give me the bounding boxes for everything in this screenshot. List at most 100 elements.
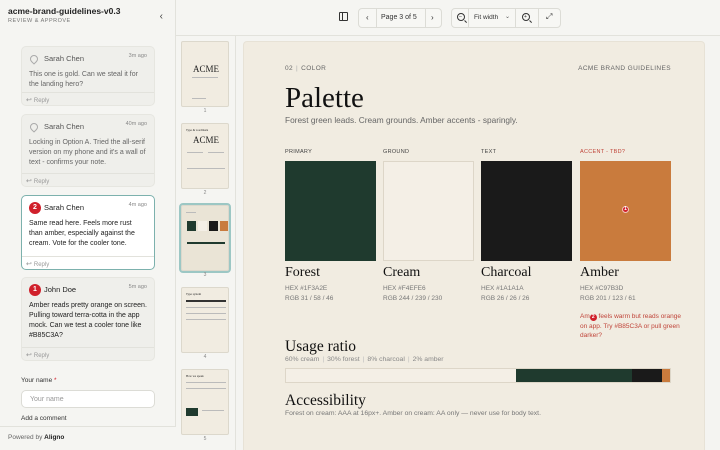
collapse-sidebar-icon[interactable]: ‹ <box>160 12 163 22</box>
reply-label: Reply <box>33 262 50 268</box>
zoom-out-icon[interactable]: – <box>457 13 465 21</box>
comment-author: Sarah Chen <box>44 54 85 63</box>
swatch-color: 1 <box>580 161 671 261</box>
section-number: 02 <box>285 65 294 72</box>
chevron-down-icon[interactable]: ⌄ <box>505 13 510 20</box>
swatch-role: GROUND <box>383 149 410 155</box>
usage-segment-cream <box>286 369 517 382</box>
thumbnail-swatch <box>209 221 218 231</box>
annotation-text: Am <box>580 313 590 320</box>
page-lede: Forest green leads. Cream grounds. Amber… <box>285 115 518 125</box>
thumbnail-rule <box>186 319 226 320</box>
comment-text: Amber reads pretty orange on screen. Pul… <box>29 302 147 339</box>
section-label: 02 | COLOR <box>285 65 327 72</box>
zoom-controls: – Fit width ⌄ + ⤢ <box>451 8 561 28</box>
powered-by-footer: Powered by Aligno <box>0 426 176 450</box>
thumbnail-title: ACME <box>193 135 220 145</box>
usage-part-label: 8% charcoal <box>367 356 405 363</box>
reply-label: Reply <box>33 353 50 359</box>
thumbnail-swatch <box>186 408 198 416</box>
usage-segment-amber <box>662 369 670 382</box>
document-subtitle: REVIEW & APPROVE <box>8 18 71 24</box>
comment-text: Locking in Option A. Tried the all-serif… <box>29 139 146 166</box>
name-label: Your name * <box>21 377 57 384</box>
thumbnail-rule <box>186 313 226 314</box>
reply-button[interactable]: ↩ Reply <box>22 256 154 269</box>
thumbnail-bar <box>187 242 225 244</box>
thumbnail-page-5[interactable]: How we speak <box>181 369 229 435</box>
swatch-forest: PRIMARY Forest HEX #1F3A2E RGB 31 / 58 /… <box>285 149 376 304</box>
thumbnail-subtitle: Type system <box>186 292 202 296</box>
reply-icon: ↩ <box>26 352 32 359</box>
thumbnail-page-3[interactable] <box>179 203 231 273</box>
comment-card-active[interactable]: 2 Sarah Chen 4m ago Same read here. Feel… <box>21 195 155 270</box>
thumbnail-page-1[interactable]: ACME <box>181 41 229 107</box>
thumbnail-subtitle: Type & wordmark <box>186 128 209 132</box>
previous-page-icon[interactable]: ‹ <box>366 13 369 22</box>
viewer-toolbar: ‹ Page 3 of 5 › – Fit width ⌄ + ⤢ <box>176 0 720 36</box>
thumbnail-swatch <box>187 221 196 231</box>
swatch-rgb: RGB 201 / 123 / 61 <box>580 295 636 302</box>
swatch-rgb: RGB 31 / 58 / 46 <box>285 295 334 302</box>
thumbnail-rule <box>186 382 226 383</box>
swatch-name: Amber <box>580 265 619 280</box>
reply-button[interactable]: ↩ Reply <box>22 347 154 360</box>
reply-button[interactable]: ↩ Reply <box>22 173 154 186</box>
comment-card[interactable]: Sarah Chen 3m ago This one is gold. Can … <box>21 46 155 106</box>
comment-number-badge[interactable]: 2 <box>589 314 597 321</box>
reply-label: Reply <box>33 98 50 104</box>
annotation-note: Am 2 feels warm but reads orange on app. … <box>580 312 684 341</box>
thumbnail-page-4[interactable]: Type system <box>181 287 229 353</box>
comment-author: Sarah Chen <box>44 122 85 131</box>
swatch-name: Cream <box>383 265 421 280</box>
comment-card[interactable]: 1 John Doe 5m ago Amber reads pretty ora… <box>21 277 155 361</box>
page-thumbnails: ACME 1 Type & wordmark ACME 2 3 Type sys… <box>176 36 236 450</box>
toggle-thumbnails-icon[interactable] <box>339 12 348 21</box>
swatch-role: TEXT <box>481 149 497 155</box>
name-input[interactable] <box>21 390 155 408</box>
swatch-role: ACCENT - TBD? <box>580 149 626 155</box>
swatch-color <box>285 161 376 261</box>
thumbnail-title: ACME <box>193 64 220 74</box>
thumbnail-number: 2 <box>203 190 207 196</box>
thumbnail-page-2[interactable]: Type & wordmark ACME <box>181 123 229 189</box>
document-page[interactable]: 02 | COLOR ACME BRAND GUIDELINES Palette F… <box>244 42 704 450</box>
usage-ratio-legend: 60% cream | 30% forest | 8% charcoal | 2% ambe… <box>285 356 444 363</box>
brand-link[interactable]: Aligno <box>44 434 64 441</box>
accessibility-text: Forest on cream: AAA at 16px+. Amber on … <box>285 410 541 417</box>
swatch-color <box>383 161 474 261</box>
usage-part-label: 30% forest <box>327 356 360 363</box>
swatch-hex: HEX #1A1A1A <box>481 285 524 292</box>
section-name: COLOR <box>301 65 327 72</box>
zoom-in-icon[interactable]: + <box>522 13 530 21</box>
swatch-hex: HEX #1F3A2E <box>285 285 328 292</box>
comment-list[interactable]: Sarah Chen 3m ago This one is gold. Can … <box>0 36 176 426</box>
swatch-charcoal: TEXT Charcoal HEX #1A1A1A RGB 26 / 26 / … <box>481 149 572 304</box>
thumbnail-bar <box>186 300 226 302</box>
divider <box>425 9 426 27</box>
page-navigation: ‹ Page 3 of 5 › <box>358 8 442 28</box>
next-page-icon[interactable]: › <box>431 13 434 22</box>
comment-time: 3m ago <box>128 53 147 59</box>
running-header: ACME BRAND GUIDELINES <box>578 65 671 72</box>
comment-card[interactable]: Sarah Chen 40m ago Locking in Option A. … <box>21 114 155 187</box>
comment-number-badge: 2 <box>29 202 41 214</box>
reply-button[interactable]: ↩ Reply <box>22 92 154 105</box>
thumbnail-rule <box>186 307 226 308</box>
thumbnail-rule <box>186 212 196 213</box>
thumbnail-subtitle: How we speak <box>186 374 204 378</box>
swatch-color <box>481 161 572 261</box>
pin-icon <box>28 121 40 133</box>
reply-icon: ↩ <box>26 261 32 268</box>
reply-label: Reply <box>33 179 50 185</box>
required-mark: * <box>54 377 57 384</box>
zoom-select[interactable]: Fit width <box>474 14 498 21</box>
swatch-hex: HEX #C97B3D <box>580 285 624 292</box>
comments-sidebar: acme-brand-guidelines-v0.3 REVIEW & APPR… <box>0 0 176 450</box>
comment-pin[interactable]: 1 <box>622 206 629 213</box>
fullscreen-icon[interactable]: ⤢ <box>546 12 552 22</box>
divider <box>515 9 516 27</box>
swatch-name: Charcoal <box>481 265 532 280</box>
thumbnail-rule <box>208 152 224 153</box>
thumbnail-number: 3 <box>203 272 207 278</box>
